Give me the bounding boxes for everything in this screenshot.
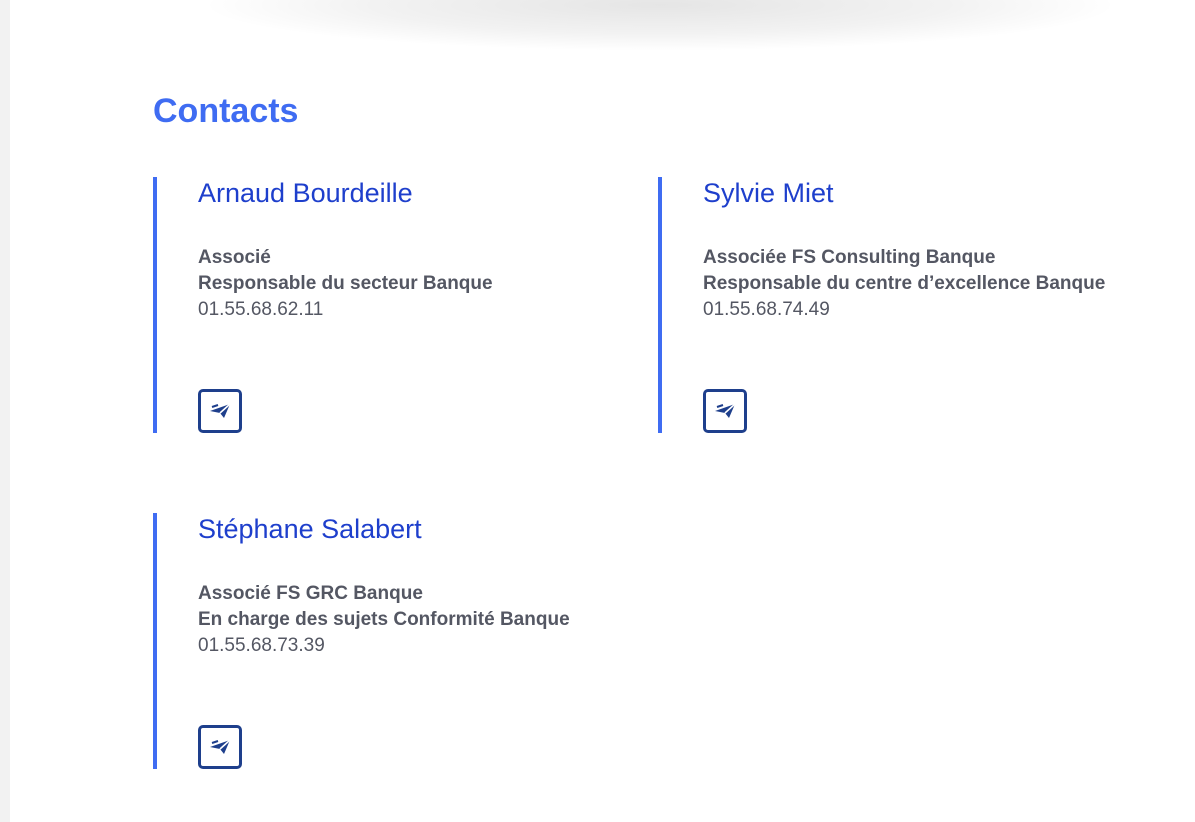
email-contact-button[interactable] xyxy=(198,389,242,433)
contact-details: Associé Responsable du secteur Banque 01… xyxy=(198,245,623,323)
contact-card: Stéphane Salabert Associé FS GRC Banque … xyxy=(153,513,623,769)
send-icon xyxy=(210,739,231,754)
header-shadow xyxy=(210,0,1110,50)
contact-details: Associé FS GRC Banque En charge des suje… xyxy=(198,581,623,659)
contact-role: Responsable du secteur Banque xyxy=(198,273,493,294)
contact-role: Responsable du centre d’excellence Banqu… xyxy=(703,273,1106,294)
contact-details: Associée FS Consulting Banque Responsabl… xyxy=(703,245,1128,323)
contact-name: Sylvie Miet xyxy=(703,178,834,208)
contact-role: Associé FS GRC Banque xyxy=(198,583,423,604)
contact-card: Sylvie Miet Associée FS Consulting Banqu… xyxy=(658,177,1128,433)
contact-card: Arnaud Bourdeille Associé Responsable du… xyxy=(153,177,623,433)
contact-phone: 01.55.68.74.49 xyxy=(703,299,830,320)
section-title: Contacts xyxy=(153,92,299,130)
contact-name: Stéphane Salabert xyxy=(198,514,422,544)
contact-role: En charge des sujets Conformité Banque xyxy=(198,609,570,630)
contact-phone: 01.55.68.62.11 xyxy=(198,299,324,320)
email-contact-button[interactable] xyxy=(198,725,242,769)
page: Contacts Arnaud Bourdeille Associé Respo… xyxy=(10,0,1195,822)
contact-role: Associée FS Consulting Banque xyxy=(703,247,996,268)
send-icon xyxy=(715,403,736,418)
email-contact-button[interactable] xyxy=(703,389,747,433)
contact-role: Associé xyxy=(198,247,271,268)
contact-phone: 01.55.68.73.39 xyxy=(198,635,325,656)
contact-name: Arnaud Bourdeille xyxy=(198,178,413,208)
send-icon xyxy=(210,403,231,418)
